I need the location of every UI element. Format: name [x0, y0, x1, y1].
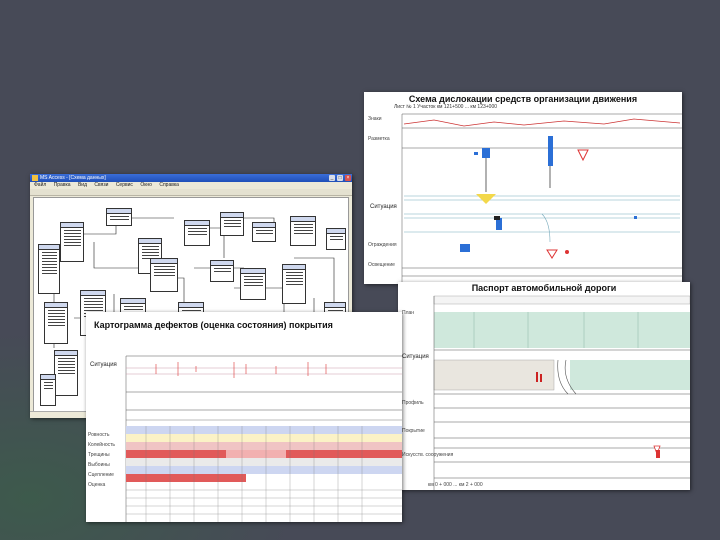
- menu-item[interactable]: Правка: [54, 182, 71, 188]
- traffic-scheme-document: Схема дислокации средств организации дви…: [364, 92, 682, 284]
- db-table[interactable]: [184, 220, 210, 246]
- db-table[interactable]: [44, 302, 68, 344]
- toolbar[interactable]: [30, 189, 352, 196]
- db-table[interactable]: [252, 222, 276, 242]
- cartogram-drawing: [125, 355, 402, 522]
- menu-item[interactable]: Справка: [159, 182, 179, 188]
- window-title: MS Access - [Схема данных]: [40, 175, 106, 181]
- db-table[interactable]: [150, 258, 178, 292]
- db-table[interactable]: [282, 264, 306, 304]
- db-table[interactable]: [54, 350, 78, 396]
- db-table[interactable]: [60, 222, 84, 262]
- db-table[interactable]: [240, 268, 266, 300]
- window-titlebar[interactable]: MS Access - [Схема данных] _ □ ×: [30, 174, 352, 182]
- scheme-drawing: [401, 113, 682, 284]
- db-table[interactable]: [220, 212, 244, 236]
- defect-cartogram-document: Картограмма дефектов (оценка состояния) …: [86, 312, 402, 522]
- db-table[interactable]: [290, 216, 316, 246]
- db-table[interactable]: [326, 228, 346, 250]
- db-table[interactable]: [40, 374, 56, 406]
- close-button[interactable]: ×: [345, 175, 351, 181]
- menu-item[interactable]: Окно: [140, 182, 152, 188]
- db-table[interactable]: [210, 260, 234, 282]
- menu-item[interactable]: Файл: [34, 182, 46, 188]
- db-table[interactable]: [106, 208, 132, 226]
- menu-item[interactable]: Вид: [78, 182, 87, 188]
- maximize-button[interactable]: □: [337, 175, 343, 181]
- app-icon: [32, 175, 38, 181]
- menu-bar: Файл Правка Вид Связи Сервис Окно Справк…: [30, 182, 352, 189]
- passport-drawing: [433, 295, 690, 490]
- minimize-button[interactable]: _: [329, 175, 335, 181]
- menu-item[interactable]: Сервис: [116, 182, 133, 188]
- road-passport-document: Паспорт автомобильной дороги План Ситуац…: [398, 282, 690, 490]
- db-table[interactable]: [38, 244, 60, 294]
- menu-item[interactable]: Связи: [94, 182, 108, 188]
